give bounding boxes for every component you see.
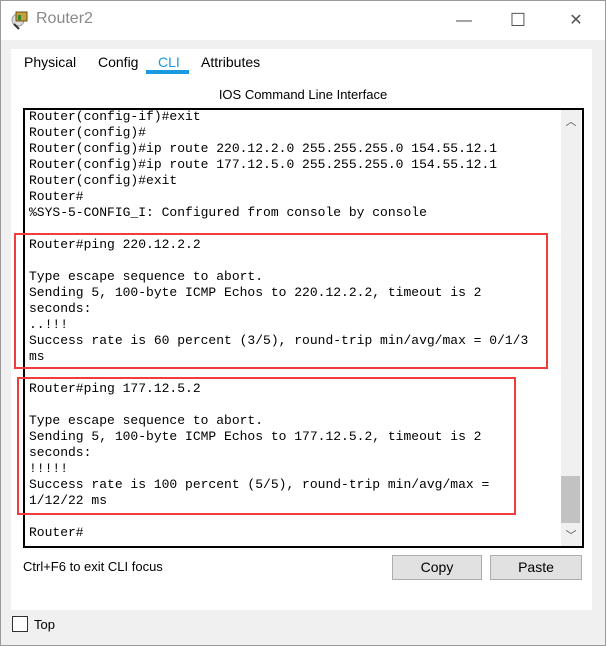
title-bar: Router2 — ☐ ✕ bbox=[1, 1, 605, 40]
cli-line: Router(config-if)#exit bbox=[29, 109, 201, 124]
top-checkbox-label: Top bbox=[34, 617, 55, 632]
cli-heading: IOS Command Line Interface bbox=[218, 87, 388, 102]
cli-line: Router# bbox=[29, 189, 84, 204]
close-button[interactable]: ✕ bbox=[553, 1, 599, 40]
active-tab-indicator bbox=[146, 70, 189, 74]
tab-attributes[interactable]: Attributes bbox=[201, 54, 260, 70]
tab-physical[interactable]: Physical bbox=[24, 54, 76, 70]
paste-button[interactable]: Paste bbox=[490, 555, 582, 580]
scroll-down-icon[interactable]: ﹀ bbox=[561, 527, 581, 543]
highlight-ping-2 bbox=[17, 377, 516, 515]
cli-focus-hint: Ctrl+F6 to exit CLI focus bbox=[23, 559, 163, 574]
maximize-button[interactable]: ☐ bbox=[495, 1, 541, 40]
tab-config[interactable]: Config bbox=[98, 54, 138, 70]
highlight-ping-1 bbox=[14, 233, 548, 369]
cli-line: Router# bbox=[29, 525, 84, 540]
scroll-up-icon[interactable]: ︿ bbox=[561, 113, 581, 129]
tab-cli[interactable]: CLI bbox=[158, 54, 180, 70]
router-app-icon bbox=[11, 11, 28, 30]
window-title: Router2 bbox=[36, 10, 93, 27]
cli-line: Router(config)# bbox=[29, 125, 147, 140]
copy-button[interactable]: Copy bbox=[392, 555, 482, 580]
minimize-button[interactable]: — bbox=[441, 1, 487, 40]
top-checkbox[interactable] bbox=[12, 616, 28, 632]
cli-line: Router(config)#exit bbox=[29, 173, 178, 188]
scrollbar-thumb[interactable] bbox=[561, 476, 580, 523]
cli-line: Router(config)#ip route 220.12.2.0 255.2… bbox=[29, 141, 498, 156]
cli-line: Router(config)#ip route 177.12.5.0 255.2… bbox=[29, 157, 498, 172]
cli-line: %SYS-5-CONFIG_I: Configured from console… bbox=[29, 205, 427, 220]
